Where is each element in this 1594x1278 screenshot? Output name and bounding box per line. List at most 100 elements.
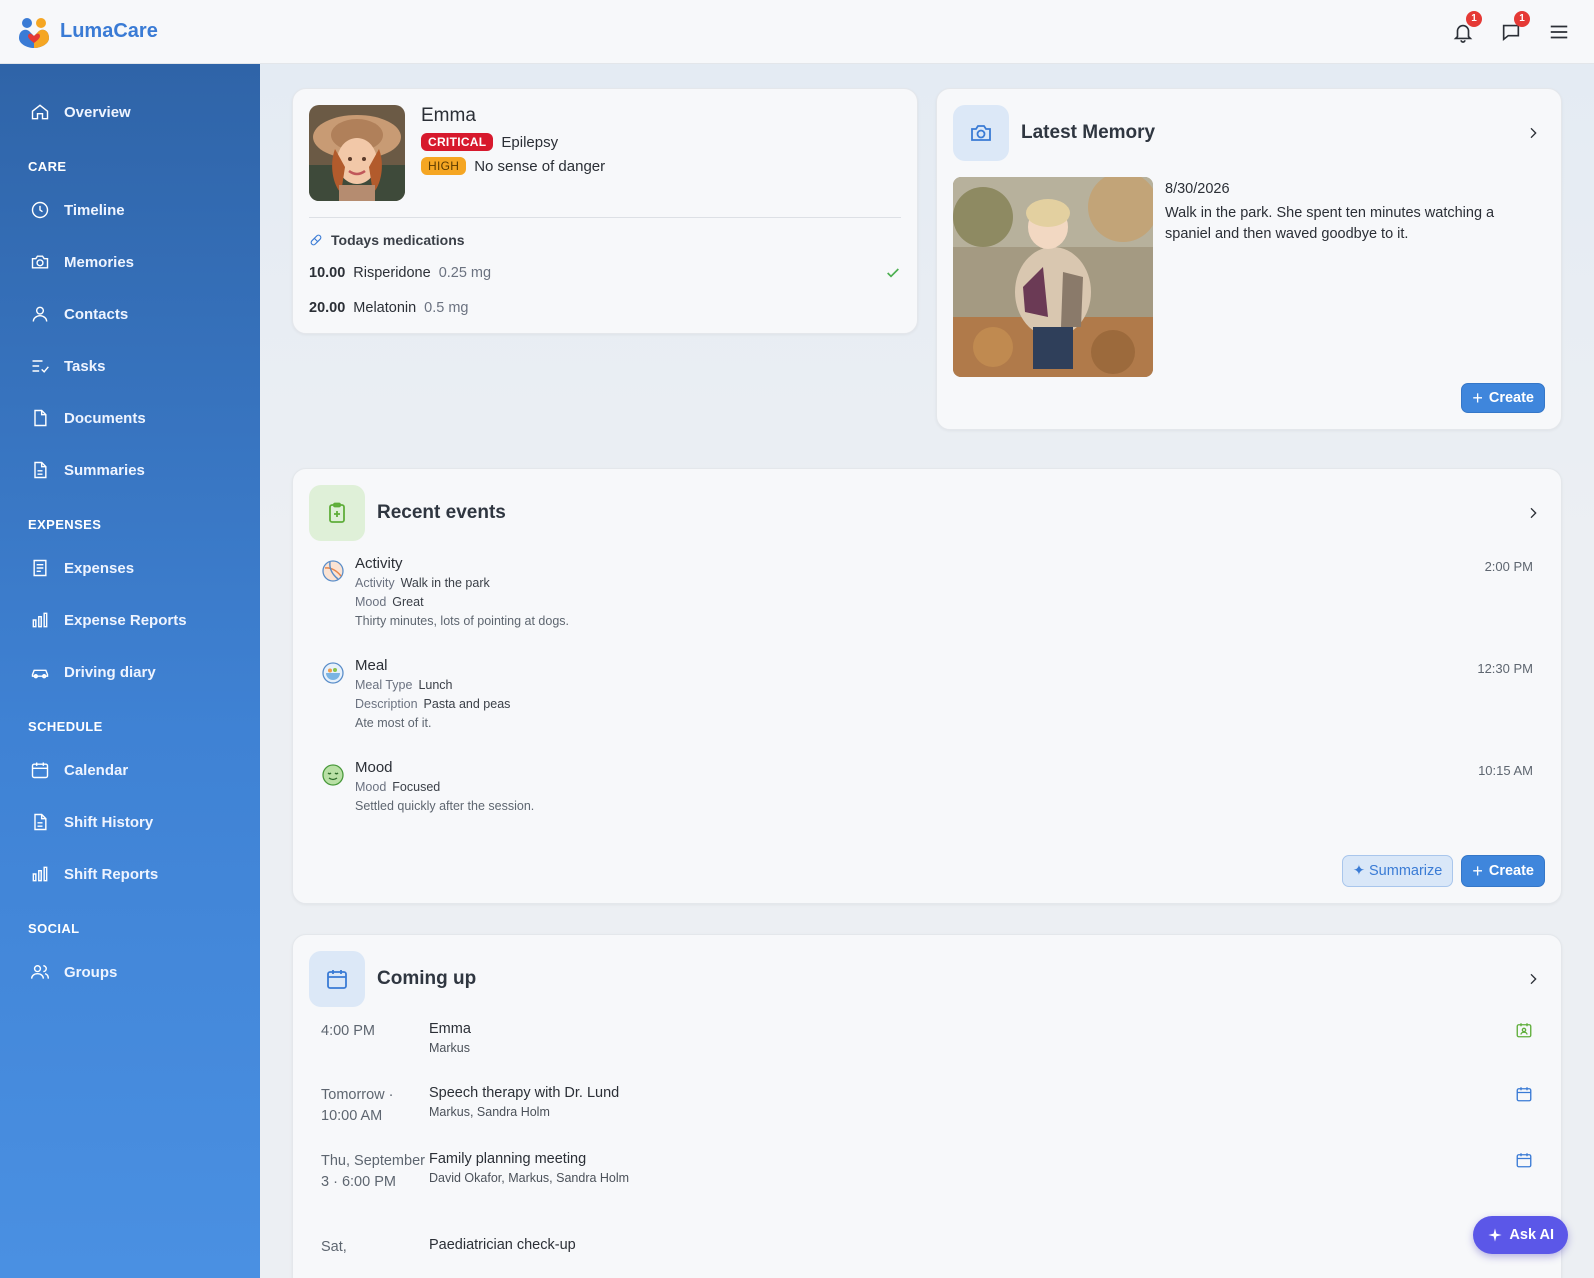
- upcoming-item[interactable]: 4:00 PM Emma Markus: [321, 1021, 1545, 1071]
- plus-icon: +: [1472, 861, 1483, 881]
- activity-ball-icon: [322, 560, 344, 582]
- upcoming-time: 4:00 PM: [321, 1023, 375, 1039]
- sidebar-item-label: Timeline: [64, 201, 125, 219]
- sidebar-item-label: Groups: [64, 963, 118, 981]
- sidebar-section-social: SOCIAL: [28, 921, 80, 936]
- medication-row[interactable]: 10.00 Risperidone 0.25 mg: [309, 262, 901, 284]
- upcoming-people: Markus, Sandra Holm: [429, 1105, 550, 1119]
- event-item[interactable]: Mood Mood Focused Settled quickly after t…: [321, 755, 1545, 835]
- messages-badge: 1: [1514, 10, 1530, 27]
- event-field: Activity Walk in the park: [355, 576, 569, 591]
- alert-text: No sense of danger: [474, 157, 606, 175]
- sidebar-item-label: Memories: [64, 253, 135, 271]
- app-logo[interactable]: LumaCare: [16, 14, 158, 50]
- sidebar-item-calendar[interactable]: Calendar: [0, 744, 260, 796]
- history-document-icon: [34, 813, 47, 831]
- field-key: Mood: [355, 780, 387, 794]
- chevron-right-icon[interactable]: [1525, 125, 1541, 141]
- medication-dose: 0.25 mg: [438, 265, 492, 281]
- sidebar-item-label: Expense Reports: [64, 611, 187, 629]
- sidebar-item-shift-reports[interactable]: Shift Reports: [0, 848, 260, 900]
- home-icon: [31, 104, 49, 120]
- event-note: Ate most of it.: [355, 716, 432, 730]
- bar-chart-icon: [32, 612, 48, 628]
- sidebar-item-label: Tasks: [64, 357, 106, 375]
- event-title: Activity: [355, 555, 403, 572]
- upcoming-time: Thu, September 3 · 6:00 PM: [321, 1153, 425, 1190]
- chevron-right-icon[interactable]: [1525, 505, 1541, 521]
- events-header-icon: [309, 485, 365, 541]
- event-time: 10:15 AM: [1478, 763, 1533, 778]
- medication-time: 10.00: [309, 265, 346, 281]
- ask-ai-label: Ask AI: [1509, 1227, 1554, 1243]
- clock-icon: [31, 201, 49, 219]
- sparkle-icon: [1488, 1228, 1503, 1242]
- profile-card: Emma CRITICAL Epilepsy HIGH No sense of …: [292, 88, 918, 334]
- upcoming-item[interactable]: Thu, September 3 · 6:00 PM Family planni…: [321, 1151, 1545, 1223]
- document-icon: [34, 409, 47, 427]
- medications-title-label: Todays medications: [331, 232, 465, 248]
- sidebar-item-label: Documents: [64, 409, 146, 427]
- field-key: Meal Type: [355, 678, 413, 692]
- divider: [309, 217, 901, 218]
- sidebar-item-label: Shift History: [64, 813, 154, 831]
- sidebar-item-expense-reports[interactable]: Expense Reports: [0, 594, 260, 646]
- memory-text: Walk in the park. She spent ten minutes …: [1165, 205, 1495, 242]
- upcoming-title: Family planning meeting: [429, 1151, 587, 1167]
- notifications-button[interactable]: 1: [1450, 10, 1482, 45]
- sidebar-item-tasks[interactable]: Tasks: [0, 340, 260, 392]
- field-value: Lunch: [418, 678, 453, 692]
- messages-button[interactable]: 1: [1498, 10, 1530, 45]
- app-name: LumaCare: [60, 20, 158, 42]
- event-item[interactable]: Meal Meal Type Lunch Description Pasta and…: [321, 653, 1545, 755]
- medication-row[interactable]: 20.00 Melatonin 0.5 mg: [309, 297, 901, 319]
- event-field: Mood Focused: [355, 780, 534, 795]
- avatar[interactable]: [309, 105, 405, 201]
- bar-chart-icon: [32, 866, 48, 882]
- chevron-right-icon[interactable]: [1525, 971, 1541, 987]
- car-icon: [31, 669, 49, 679]
- group-icon: [30, 965, 50, 979]
- medication-time: 20.00: [309, 300, 346, 316]
- profile-name: Emma: [421, 105, 476, 126]
- sidebar-item-label: Summaries: [64, 461, 145, 479]
- medications-title: Todays medications: [309, 232, 901, 248]
- upcoming-title: Speech therapy with Dr. Lund: [429, 1085, 620, 1101]
- calendar-icon: [1516, 1153, 1532, 1168]
- upcoming-item[interactable]: Tomorrow · 10:00 AM Speech therapy with …: [321, 1085, 1545, 1137]
- sidebar-item-driving-diary[interactable]: Driving diary: [0, 646, 260, 698]
- high-badge: HIGH: [421, 157, 467, 175]
- sidebar-item-label: Contacts: [64, 305, 129, 323]
- hamburger-icon: [1550, 25, 1568, 38]
- memory-photo[interactable]: [953, 177, 1153, 377]
- memory-header-icon: [953, 105, 1009, 161]
- event-title: Mood: [355, 759, 393, 776]
- camera-icon: [971, 125, 991, 141]
- button-label: Summarize: [1369, 863, 1443, 879]
- upcoming-item[interactable]: Sat, Paediatrician check-up: [321, 1237, 1545, 1277]
- clipboard-plus-icon: [329, 502, 345, 523]
- mood-face-icon: [322, 764, 344, 786]
- event-item[interactable]: Activity Activity Walk in the park Mood Gr…: [321, 551, 1545, 653]
- sidebar-item-documents[interactable]: Documents: [0, 392, 260, 444]
- create-memory-button[interactable]: + Create: [1461, 383, 1545, 413]
- summarize-button[interactable]: ✦ Summarize: [1341, 855, 1454, 887]
- alert-text: Epilepsy: [501, 133, 559, 151]
- ask-ai-button[interactable]: Ask AI: [1473, 1216, 1568, 1254]
- person-icon: [32, 306, 48, 322]
- sidebar-item-summaries[interactable]: Summaries: [0, 444, 260, 496]
- sidebar-item-contacts[interactable]: Contacts: [0, 288, 260, 340]
- event-field: Description Pasta and peas: [355, 697, 510, 712]
- sidebar-section-schedule: SCHEDULE: [28, 719, 103, 734]
- sidebar-item-timeline[interactable]: Timeline: [0, 184, 260, 236]
- check-icon: [887, 268, 899, 278]
- sidebar-item-memories[interactable]: Memories: [0, 236, 260, 288]
- main-content: Emma CRITICAL Epilepsy HIGH No sense of …: [260, 64, 1594, 1278]
- create-event-button[interactable]: + Create: [1461, 855, 1545, 887]
- sparkle-icon: ✦: [1352, 863, 1366, 879]
- sidebar-item-overview[interactable]: Overview: [0, 86, 260, 138]
- sidebar-item-shift-history[interactable]: Shift History: [0, 796, 260, 848]
- sidebar-item-groups[interactable]: Groups: [0, 946, 260, 998]
- sidebar-item-expenses[interactable]: Expenses: [0, 542, 260, 594]
- menu-button[interactable]: [1546, 19, 1572, 45]
